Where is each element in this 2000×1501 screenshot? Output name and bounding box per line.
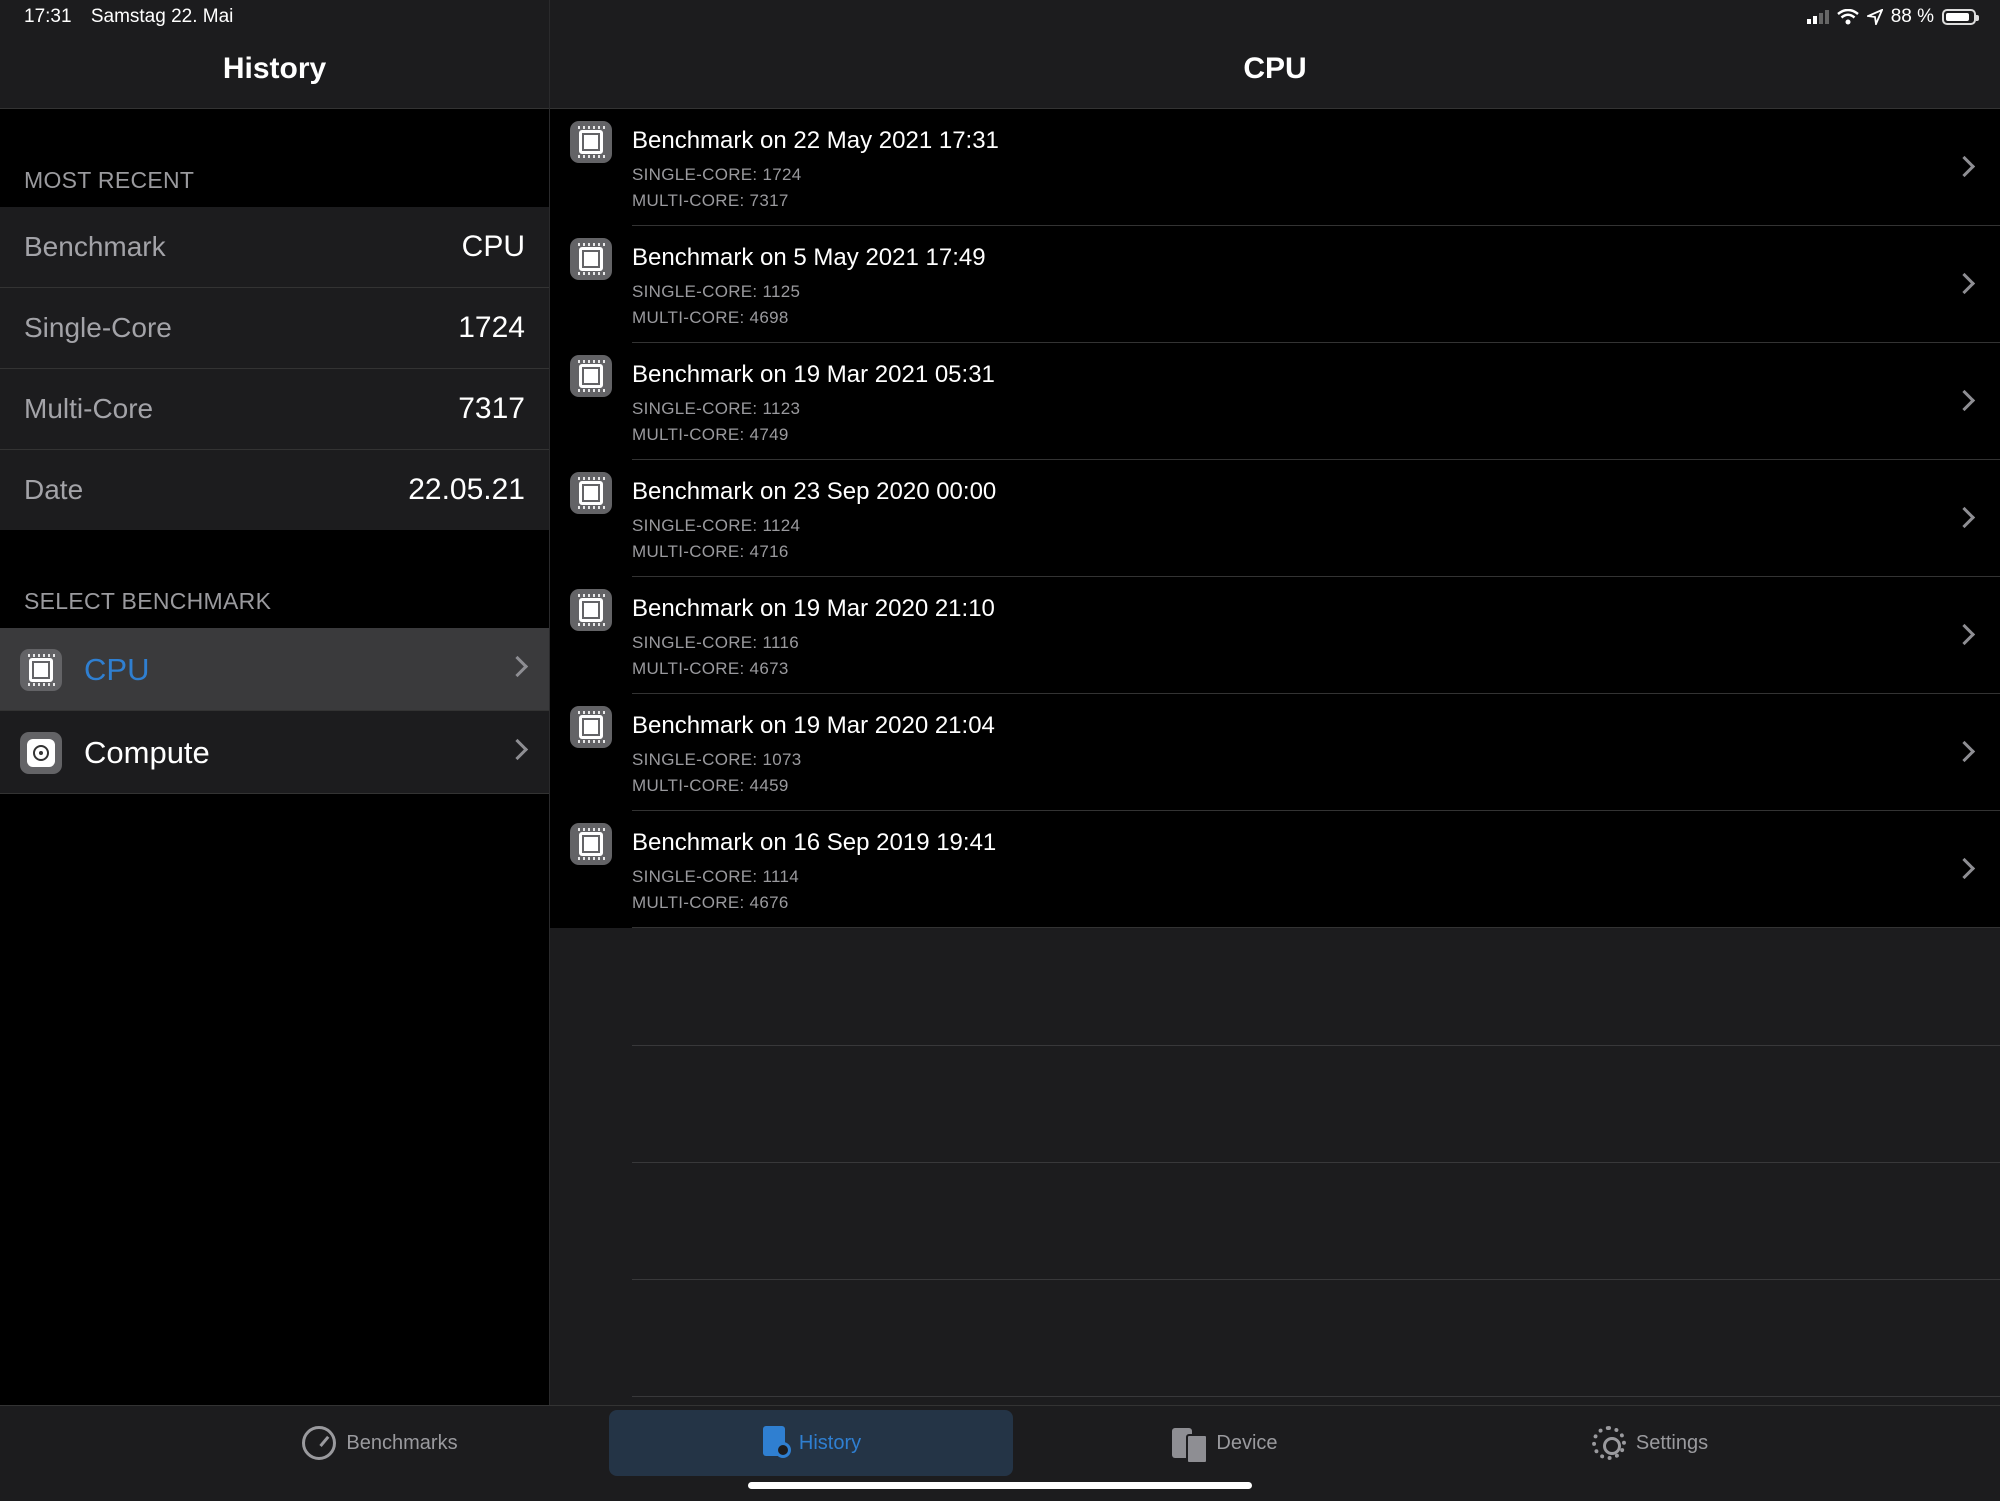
row-value: 22.05.21	[408, 473, 525, 506]
chevron-right-icon	[1953, 506, 1976, 529]
history-list: Benchmark on 22 May 2021 17:31 SINGLE-CO…	[550, 109, 2000, 928]
tab-label: Device	[1216, 1431, 1278, 1454]
history-row-multi-core: MULTI-CORE: 4716	[632, 542, 789, 561]
tab-label: Settings	[1635, 1431, 1709, 1454]
select-benchmark-section-label: SELECT BENCHMARK	[24, 588, 272, 614]
empty-row-divider	[632, 1045, 2000, 1046]
most-recent-group: Benchmark CPU Single-Core 1724 Multi-Cor…	[0, 207, 549, 530]
cpu-chip-icon	[20, 649, 62, 691]
gear-icon	[1591, 1426, 1626, 1460]
status-time: 17:31	[24, 6, 72, 27]
history-row-single-core: SINGLE-CORE: 1724	[632, 165, 802, 184]
tab-label: History	[798, 1431, 862, 1454]
wifi-icon	[1836, 9, 1859, 25]
sidebar-item-cpu[interactable]: CPU	[0, 628, 549, 711]
row-value: CPU	[461, 230, 525, 263]
cpu-chip-icon	[570, 121, 612, 163]
history-row-multi-core: MULTI-CORE: 4749	[632, 425, 789, 444]
chevron-right-icon	[1953, 857, 1976, 880]
status-indicators: 88 %	[1806, 6, 1979, 28]
history-row-title: Benchmark on 23 Sep 2020 00:00	[632, 478, 997, 505]
tab-benchmarks[interactable]: Benchmarks	[280, 1410, 480, 1476]
page-title: CPU	[1243, 52, 1307, 85]
row-value: 7317	[458, 392, 525, 425]
history-row-single-core: SINGLE-CORE: 1124	[632, 516, 801, 535]
chevron-right-icon	[506, 655, 529, 678]
row-label: Single-Core	[24, 312, 172, 343]
most-recent-section-label: MOST RECENT	[24, 167, 195, 193]
most-recent-date-row: Date 22.05.21	[0, 450, 549, 530]
history-row-single-core: SINGLE-CORE: 1073	[632, 750, 802, 769]
cellular-signal-icon	[1806, 10, 1829, 24]
history-row-title: Benchmark on 19 Mar 2021 05:31	[632, 361, 995, 388]
status-bar: 17:31 Samstag 22. Mai 88 %	[0, 0, 2000, 34]
tab-device[interactable]: Device	[1140, 1410, 1310, 1476]
history-row-multi-core: MULTI-CORE: 4673	[632, 659, 789, 678]
history-row[interactable]: Benchmark on 19 Mar 2020 21:04 SINGLE-CO…	[550, 694, 2000, 811]
gauge-icon	[302, 1426, 337, 1460]
history-row-title: Benchmark on 5 May 2021 17:49	[632, 244, 986, 271]
history-row-multi-core: MULTI-CORE: 7317	[632, 191, 789, 210]
history-row-multi-core: MULTI-CORE: 4698	[632, 308, 789, 327]
chevron-right-icon	[1953, 155, 1976, 178]
empty-row-divider	[632, 1396, 2000, 1397]
history-row[interactable]: Benchmark on 19 Mar 2020 21:10 SINGLE-CO…	[550, 577, 2000, 694]
row-label: Benchmark	[24, 231, 166, 262]
sidebar: History MOST RECENT Benchmark CPU Single…	[0, 0, 550, 1405]
history-row-multi-core: MULTI-CORE: 4459	[632, 776, 789, 795]
battery-icon	[1942, 9, 1979, 25]
empty-row-divider	[632, 1162, 2000, 1163]
cpu-chip-icon	[570, 706, 612, 748]
history-row-multi-core: MULTI-CORE: 4676	[632, 893, 789, 912]
history-row-title: Benchmark on 19 Mar 2020 21:04	[632, 712, 995, 739]
most-recent-single-core-row: Single-Core 1724	[0, 288, 549, 369]
main-pane: CPU Benchmark on 22 May 2021 17:31 SINGL…	[550, 0, 2000, 1405]
chevron-right-icon	[1953, 272, 1976, 295]
compute-icon	[20, 732, 62, 774]
chevron-right-icon	[506, 738, 529, 761]
history-row-single-core: SINGLE-CORE: 1116	[632, 633, 799, 652]
sidebar-item-label: CPU	[84, 652, 150, 687]
row-label: Multi-Core	[24, 393, 154, 424]
history-row-title: Benchmark on 19 Mar 2020 21:10	[632, 595, 995, 622]
row-label: Date	[24, 474, 84, 505]
tab-history[interactable]: History	[609, 1410, 1013, 1476]
history-row[interactable]: Benchmark on 19 Mar 2021 05:31 SINGLE-CO…	[550, 343, 2000, 460]
cpu-chip-icon	[570, 823, 612, 865]
sidebar-title: History	[222, 52, 327, 85]
chevron-right-icon	[1953, 389, 1976, 412]
status-time-date: 17:31 Samstag 22. Mai	[24, 6, 247, 28]
sidebar-item-compute[interactable]: Compute	[0, 711, 549, 794]
tab-label: Benchmarks	[346, 1431, 458, 1454]
device-icon	[1172, 1426, 1209, 1464]
history-row[interactable]: Benchmark on 23 Sep 2020 00:00 SINGLE-CO…	[550, 460, 2000, 577]
battery-percent: 88 %	[1890, 6, 1934, 27]
empty-row-divider	[632, 1279, 2000, 1280]
history-row[interactable]: Benchmark on 16 Sep 2019 19:41 SINGLE-CO…	[550, 811, 2000, 928]
select-benchmark-group: CPU Compute	[0, 628, 549, 794]
history-row-single-core: SINGLE-CORE: 1125	[632, 282, 801, 301]
cpu-chip-icon	[570, 238, 612, 280]
sidebar-item-label: Compute	[84, 735, 210, 770]
history-document-icon	[761, 1426, 791, 1460]
home-indicator[interactable]	[748, 1482, 1252, 1489]
most-recent-benchmark-row: Benchmark CPU	[0, 207, 549, 288]
chevron-right-icon	[1953, 623, 1976, 646]
row-value: 1724	[458, 311, 525, 344]
history-row-single-core: SINGLE-CORE: 1123	[632, 399, 801, 418]
tab-settings[interactable]: Settings	[1560, 1410, 1740, 1476]
cpu-chip-icon	[570, 589, 612, 631]
cpu-chip-icon	[570, 472, 612, 514]
history-row-title: Benchmark on 16 Sep 2019 19:41	[632, 829, 997, 856]
chevron-right-icon	[1953, 740, 1976, 763]
history-row[interactable]: Benchmark on 22 May 2021 17:31 SINGLE-CO…	[550, 109, 2000, 226]
most-recent-multi-core-row: Multi-Core 7317	[0, 369, 549, 450]
cpu-chip-icon	[570, 355, 612, 397]
status-date: Samstag 22. Mai	[90, 6, 234, 27]
location-arrow-icon	[1866, 9, 1883, 25]
history-row[interactable]: Benchmark on 5 May 2021 17:49 SINGLE-COR…	[550, 226, 2000, 343]
history-row-single-core: SINGLE-CORE: 1114	[632, 867, 799, 886]
history-row-title: Benchmark on 22 May 2021 17:31	[632, 127, 999, 154]
